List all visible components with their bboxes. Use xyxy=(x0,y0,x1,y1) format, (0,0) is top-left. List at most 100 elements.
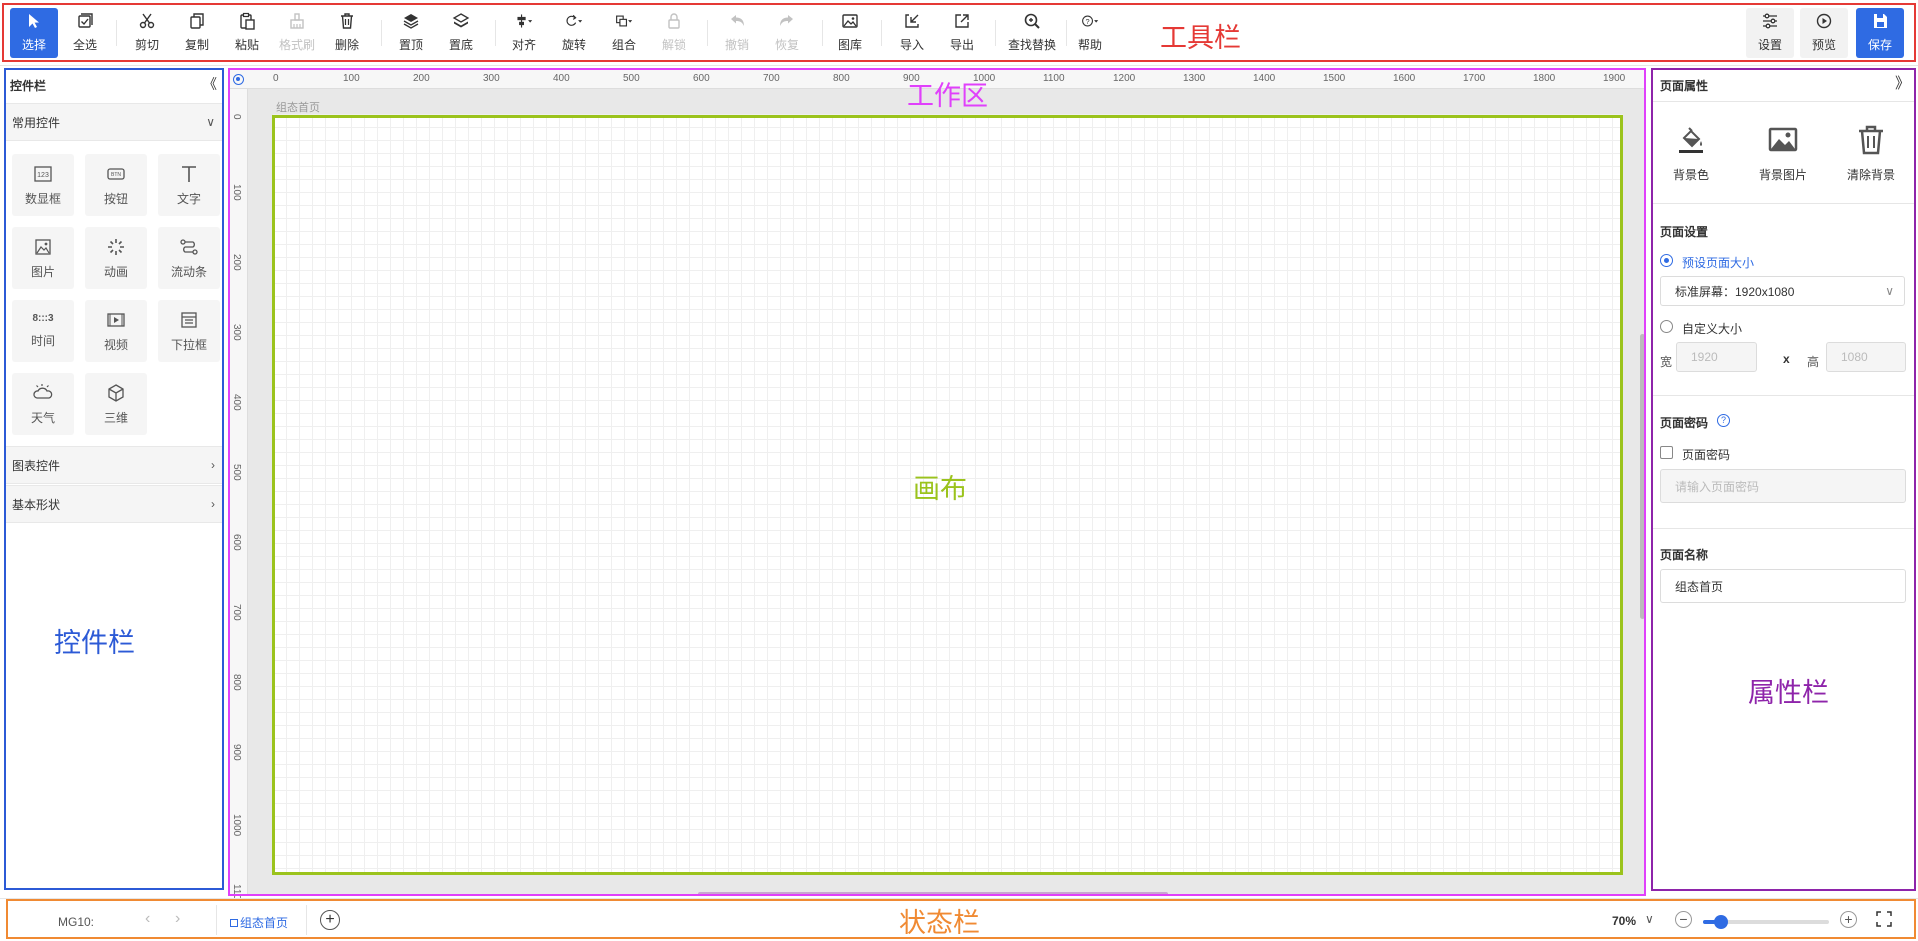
control-video[interactable]: 视频 xyxy=(85,300,147,362)
zoom-out-button[interactable]: − xyxy=(1675,911,1692,928)
page-name-title: 页面名称 xyxy=(1660,548,1709,562)
find-replace-button[interactable]: 查找替换 xyxy=(1002,8,1062,58)
delete-button[interactable]: 删除 xyxy=(323,8,371,58)
group-button[interactable]: 组合 xyxy=(600,8,648,58)
export-label: 导出 xyxy=(949,38,974,52)
ruler-tick-label: 0 xyxy=(273,73,279,84)
preview-button[interactable]: 预览 xyxy=(1800,8,1848,58)
properties-annotation: 属性栏 xyxy=(1748,678,1829,708)
control-image[interactable]: 图片 xyxy=(12,227,74,289)
add-page-button[interactable]: + xyxy=(320,910,340,930)
divider xyxy=(306,905,307,935)
ruler-tick-label: 1200 xyxy=(1113,73,1136,84)
ruler-origin-icon[interactable] xyxy=(233,74,244,85)
cut-button[interactable]: 剪切 xyxy=(123,8,171,58)
statusbar-annotation: 状态栏 xyxy=(899,908,980,938)
control-animation[interactable]: 动画 xyxy=(85,227,147,289)
bring-to-front-icon xyxy=(403,14,419,29)
bg-image-button[interactable]: 背景图片 xyxy=(1748,124,1818,183)
zoom-in-button[interactable]: + xyxy=(1840,911,1857,928)
basic-shapes-section[interactable]: 基本形状 › xyxy=(4,485,223,523)
ruler-tick-label: 400 xyxy=(231,394,242,411)
common-controls-section[interactable]: 常用控件 ∨ xyxy=(4,103,223,141)
fullscreen-icon[interactable] xyxy=(1876,911,1892,927)
gallery-button[interactable]: 图库 xyxy=(826,8,874,58)
collapse-right-icon[interactable]: 》 xyxy=(1895,72,1910,93)
help-button[interactable]: ? 帮助 xyxy=(1066,8,1114,58)
send-to-back-icon xyxy=(452,13,470,28)
export-button[interactable]: 导出 xyxy=(938,8,986,58)
divider xyxy=(1652,528,1914,529)
height-input[interactable]: 1080 xyxy=(1826,342,1906,372)
control-button[interactable]: BTN 按钮 xyxy=(85,154,147,216)
settings-button[interactable]: 设置 xyxy=(1746,8,1794,58)
control-3d[interactable]: 三维 xyxy=(85,373,147,435)
preset-size-radio[interactable] xyxy=(1660,254,1673,267)
undo-button[interactable]: 撤销 xyxy=(713,8,761,58)
bg-color-button[interactable]: 背景色 xyxy=(1656,124,1726,183)
height-label: 高 xyxy=(1807,355,1820,369)
undo-icon xyxy=(731,15,744,26)
settings-label: 设置 xyxy=(1757,38,1782,52)
chevron-down-icon: ∨ xyxy=(206,115,215,129)
save-button[interactable]: 保存 xyxy=(1856,8,1904,58)
format-brush-button[interactable]: 格式刷 xyxy=(273,8,321,58)
chevron-down-icon[interactable]: ∨ xyxy=(1645,912,1654,926)
redo-icon xyxy=(780,15,793,26)
paste-button[interactable]: 粘贴 xyxy=(223,8,271,58)
align-icon xyxy=(517,14,533,28)
width-input[interactable]: 1920 xyxy=(1676,342,1757,372)
zoom-slider[interactable] xyxy=(1703,915,1829,929)
control-dropdown[interactable]: 下拉框 xyxy=(158,300,220,362)
rotate-button[interactable]: 旋转 xyxy=(550,8,598,58)
trash-icon xyxy=(341,13,353,29)
copy-button[interactable]: 复制 xyxy=(173,8,221,58)
vertical-scrollbar[interactable] xyxy=(1640,334,1645,619)
control-weather[interactable]: 天气 xyxy=(12,373,74,435)
page-name-value: 组态首页 xyxy=(1675,579,1724,594)
select-button[interactable]: 选择 xyxy=(10,8,58,58)
next-page-icon[interactable]: › xyxy=(175,910,180,928)
preset-size-select[interactable]: 标准屏幕：1920x1080 ∨ xyxy=(1660,276,1905,306)
clear-bg-button[interactable]: 清除背景 xyxy=(1836,124,1906,183)
unlock-button[interactable]: 解锁 xyxy=(650,8,698,58)
page-tab[interactable]: 组态首页 xyxy=(230,914,288,931)
settings-icon xyxy=(1763,13,1777,29)
select-all-button[interactable]: 全选 xyxy=(61,8,109,58)
dropdown-icon xyxy=(181,311,197,328)
control-label: 流动条 xyxy=(170,264,207,279)
ruler-tick-label: 700 xyxy=(231,604,242,621)
width-placeholder: 1920 xyxy=(1691,350,1718,364)
chevron-right-icon: › xyxy=(211,497,215,511)
control-flow-bar[interactable]: 流动条 xyxy=(158,227,220,289)
page-name-input[interactable]: 组态首页 xyxy=(1660,569,1906,603)
page-password-input[interactable]: 请输入页面密码 xyxy=(1660,469,1906,503)
custom-size-radio[interactable] xyxy=(1660,320,1673,333)
redo-button[interactable]: 恢复 xyxy=(763,8,811,58)
page-password-checkbox[interactable] xyxy=(1660,446,1673,459)
control-digital-display[interactable]: 123 数显框 xyxy=(12,154,74,216)
bring-to-front-button[interactable]: 置顶 xyxy=(387,8,435,58)
help-icon[interactable]: ? xyxy=(1717,414,1730,427)
control-time[interactable]: 8:::3 时间 xyxy=(12,300,74,362)
delete-label: 删除 xyxy=(334,38,359,52)
align-button[interactable]: 对齐 xyxy=(500,8,548,58)
send-to-back-button[interactable]: 置底 xyxy=(437,8,485,58)
bring-to-front-label: 置顶 xyxy=(398,38,423,52)
import-icon xyxy=(905,14,919,28)
divider xyxy=(1652,395,1914,396)
chart-controls-section[interactable]: 图表控件 › xyxy=(4,446,223,484)
horizontal-scrollbar[interactable] xyxy=(698,892,1168,896)
control-label: 天气 xyxy=(30,410,55,425)
ruler-tick-label: 0 xyxy=(231,114,242,120)
gallery-icon xyxy=(842,14,858,28)
ruler-tick-label: 1500 xyxy=(1323,73,1346,84)
align-label: 对齐 xyxy=(511,38,536,52)
import-button[interactable]: 导入 xyxy=(888,8,936,58)
zoom-slider-knob[interactable] xyxy=(1714,915,1728,929)
prev-page-icon[interactable]: ‹ xyxy=(145,910,150,928)
collapse-left-icon[interactable]: 《 xyxy=(203,74,217,94)
button-icon: BTN xyxy=(107,167,125,180)
control-text[interactable]: 文字 xyxy=(158,154,220,216)
zoom-value[interactable]: 70% xyxy=(1612,914,1636,928)
